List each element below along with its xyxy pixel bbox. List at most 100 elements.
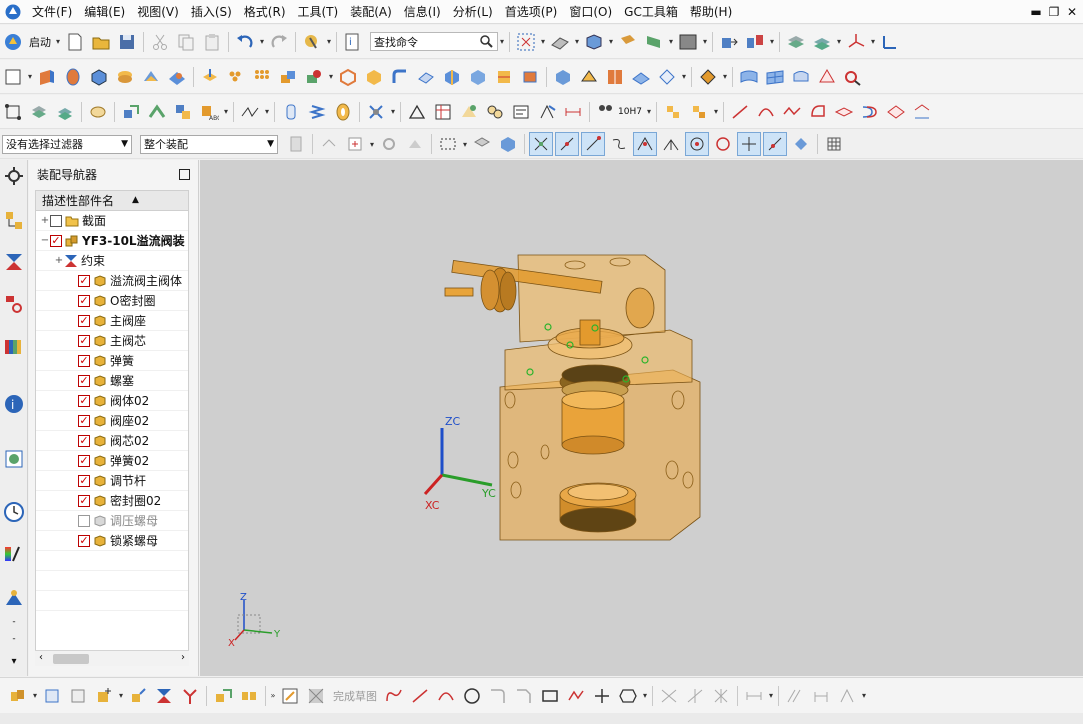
geometry-link-icon[interactable] <box>145 100 169 124</box>
snap-intersection-icon[interactable] <box>633 132 657 156</box>
rapid-dimension-icon[interactable] <box>809 684 833 708</box>
tree-row[interactable]: + 截面 <box>36 211 188 231</box>
visibility-checkbox[interactable] <box>78 314 90 327</box>
cylinder-icon[interactable] <box>113 65 137 89</box>
component-array-icon[interactable] <box>53 100 77 124</box>
tree-row[interactable]: 弹簧 <box>36 351 188 371</box>
surface-icon[interactable] <box>737 65 761 89</box>
visibility-checkbox[interactable] <box>78 334 90 347</box>
offset-face-icon[interactable] <box>362 65 386 89</box>
offset-curve-icon[interactable] <box>858 100 882 124</box>
restore-icon[interactable]: ❐ <box>1045 3 1063 21</box>
part-list-icon[interactable] <box>457 100 481 124</box>
clip-section-icon[interactable] <box>616 30 640 54</box>
intersect-curve-icon[interactable] <box>884 100 908 124</box>
spring-seat[interactable] <box>625 287 655 329</box>
fastener-icon[interactable] <box>364 100 388 124</box>
touch-mode-icon[interactable] <box>300 30 324 54</box>
tree-row[interactable]: 调节杆 <box>36 471 188 491</box>
sphere-icon[interactable] <box>165 65 189 89</box>
maximize-icon[interactable] <box>179 169 190 180</box>
mirror-assembly-icon[interactable] <box>237 684 261 708</box>
menu-analysis[interactable]: 分析(L) <box>447 1 499 23</box>
snap-on-curve-icon[interactable] <box>763 132 787 156</box>
extrude-icon[interactable] <box>35 65 59 89</box>
chevron-down-icon[interactable]: ▾ <box>2 652 26 670</box>
search-icon[interactable] <box>479 34 494 49</box>
tree-row[interactable]: − YF3-10L溢流阀装 <box>36 231 188 251</box>
expand-icon[interactable]: + <box>40 215 50 226</box>
tree-row[interactable]: 锁紧螺母 <box>36 531 188 551</box>
wave-geometry-icon[interactable] <box>211 684 235 708</box>
mesh-surface-icon[interactable] <box>763 65 787 89</box>
sketch-circle-icon[interactable] <box>460 684 484 708</box>
sketch-arc-icon[interactable] <box>434 684 458 708</box>
add-component-icon[interactable] <box>27 100 51 124</box>
studio-surface-icon[interactable] <box>789 65 813 89</box>
reuse-library-icon[interactable] <box>2 332 26 360</box>
add-part-icon[interactable] <box>92 684 116 708</box>
menu-file[interactable]: 文件(F) <box>26 1 78 23</box>
tree-row[interactable]: + 约束 <box>36 251 188 271</box>
tree-row[interactable]: 主阀芯 <box>36 331 188 351</box>
mirror-body-icon[interactable] <box>603 65 627 89</box>
spring-icon[interactable] <box>305 100 329 124</box>
menu-view[interactable]: 视图(V) <box>131 1 185 23</box>
snap-existing-point-icon[interactable] <box>737 132 761 156</box>
snap-curve-icon[interactable] <box>607 132 631 156</box>
visibility-checkbox[interactable] <box>78 474 90 487</box>
wave-link-icon[interactable] <box>119 100 143 124</box>
redo-icon[interactable] <box>267 30 291 54</box>
fit-view-icon[interactable] <box>514 30 538 54</box>
snap-tangent-icon[interactable] <box>659 132 683 156</box>
linear-dimension-icon[interactable] <box>561 100 585 124</box>
pmi-icon[interactable]: ABC <box>197 100 221 124</box>
note-icon[interactable] <box>509 100 533 124</box>
section-view-icon[interactable] <box>642 30 666 54</box>
command-search-input[interactable]: 查找命令 <box>370 32 498 51</box>
quick-extend-icon[interactable] <box>683 684 707 708</box>
assembly-constraint-icon[interactable] <box>743 30 767 54</box>
tree-row[interactable]: 弹簧02 <box>36 451 188 471</box>
selection-filter-select[interactable]: 没有选择过滤器 ▼ <box>2 134 132 154</box>
adjusting-rod[interactable] <box>444 287 474 297</box>
cylinder-part-icon[interactable] <box>279 100 303 124</box>
visibility-checkbox[interactable] <box>78 434 90 447</box>
visibility-checkbox[interactable] <box>78 394 90 407</box>
undo-icon[interactable] <box>233 30 257 54</box>
chamfer-sketch-icon[interactable] <box>512 684 536 708</box>
constraint-icon[interactable] <box>152 684 176 708</box>
offset-sketch-curve-icon[interactable] <box>742 684 766 708</box>
hole-icon[interactable] <box>198 65 222 89</box>
tree-row[interactable]: 主阀座 <box>36 311 188 331</box>
palette-icon[interactable] <box>2 540 26 568</box>
roles-icon[interactable] <box>2 584 26 612</box>
replace-face-icon[interactable] <box>655 65 679 89</box>
trim-body-icon[interactable] <box>466 65 490 89</box>
scroll-left-icon[interactable]: ‹ <box>39 652 43 663</box>
menu-window[interactable]: 窗口(O) <box>563 1 618 23</box>
sketch-line-icon[interactable] <box>408 684 432 708</box>
menu-help[interactable]: 帮助(H) <box>684 1 738 23</box>
wcs-icon[interactable] <box>844 30 868 54</box>
dimension-icon[interactable] <box>238 100 262 124</box>
fillet-icon[interactable] <box>486 684 510 708</box>
visibility-checkbox[interactable] <box>78 374 90 387</box>
boss-icon[interactable] <box>224 65 248 89</box>
sketch-placement-icon[interactable] <box>66 684 90 708</box>
draft-icon[interactable] <box>440 65 464 89</box>
cone-icon[interactable] <box>139 65 163 89</box>
quick-trim-icon[interactable] <box>657 684 681 708</box>
tree-row[interactable]: 阀体02 <box>36 391 188 411</box>
snap-quadrant-icon[interactable] <box>711 132 735 156</box>
select-body-icon[interactable] <box>403 132 427 156</box>
visibility-checkbox[interactable] <box>78 514 90 527</box>
swept-icon[interactable] <box>815 65 839 89</box>
face-icon[interactable] <box>551 65 575 89</box>
move-part-icon[interactable] <box>126 684 150 708</box>
copy-icon[interactable] <box>174 30 198 54</box>
snap-point-icon[interactable] <box>317 132 341 156</box>
visibility-checkbox[interactable] <box>50 234 62 247</box>
visibility-checkbox[interactable] <box>78 354 90 367</box>
rectangle-icon[interactable] <box>538 684 562 708</box>
